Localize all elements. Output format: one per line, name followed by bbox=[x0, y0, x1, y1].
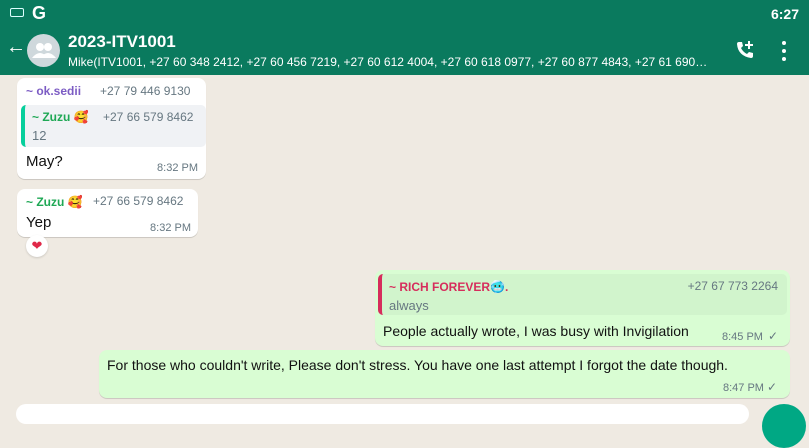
more-options-icon[interactable] bbox=[782, 41, 786, 65]
chat-title[interactable]: 2023-ITV1001 bbox=[68, 32, 176, 52]
group-icon bbox=[32, 43, 56, 58]
message-text: People actually wrote, I was busy with I… bbox=[383, 323, 689, 339]
sender-phone: +27 66 579 8462 bbox=[93, 194, 184, 208]
quoted-sender-phone: +27 67 773 2264 bbox=[687, 279, 778, 293]
message-time: 8:32 PM bbox=[157, 162, 198, 174]
message-time: 8:32 PM bbox=[150, 222, 191, 234]
quoted-sender-name: ~ RICH FOREVER🥶. bbox=[389, 280, 509, 294]
quoted-sender-name: ~ Zuzu 🥰 bbox=[32, 110, 89, 124]
message-time: 8:47 PM bbox=[723, 382, 764, 394]
sent-check-icon: ✓ bbox=[768, 329, 779, 343]
sender-name: ~ Zuzu 🥰 bbox=[26, 195, 83, 209]
quoted-message[interactable]: ~ RICH FOREVER🥶. +27 67 773 2264 always bbox=[378, 274, 787, 315]
message-input[interactable] bbox=[16, 404, 749, 424]
message-bubble[interactable]: For those who couldn't write, Please don… bbox=[99, 350, 790, 398]
chat-members[interactable]: Mike(ITV1001, +27 60 348 2412, +27 60 45… bbox=[68, 55, 718, 69]
message-text: For those who couldn't write, Please don… bbox=[107, 357, 728, 373]
keyboard-icon bbox=[10, 8, 24, 17]
quoted-sender-phone: +27 66 579 8462 bbox=[103, 110, 194, 124]
add-call-icon[interactable] bbox=[735, 40, 755, 65]
heart-reaction-icon[interactable]: ❤ bbox=[26, 235, 48, 257]
message-time: 8:45 PM bbox=[722, 331, 763, 343]
status-bar: G 6:27 bbox=[0, 0, 809, 28]
quoted-text: 12 bbox=[32, 128, 47, 143]
message-text: May? bbox=[26, 153, 63, 170]
status-time: 6:27 bbox=[770, 6, 799, 22]
group-avatar[interactable] bbox=[27, 34, 60, 67]
sender-name: ~ ok.sedii bbox=[26, 84, 82, 98]
mic-button[interactable] bbox=[762, 404, 806, 448]
message-bubble[interactable]: ~ ok.sedii +27 79 446 9130 ~ Zuzu 🥰 +27 … bbox=[17, 78, 206, 179]
back-arrow-icon[interactable]: ← bbox=[6, 36, 26, 59]
message-bubble[interactable]: ~ RICH FOREVER🥶. +27 67 773 2264 always … bbox=[375, 270, 790, 346]
google-app-icon: G bbox=[32, 3, 47, 23]
sent-check-icon: ✓ bbox=[767, 380, 778, 394]
chat-header: ← 2023-ITV1001 Mike(ITV1001, +27 60 348 … bbox=[0, 28, 809, 75]
message-text: Yep bbox=[26, 214, 52, 231]
sender-phone: +27 79 446 9130 bbox=[100, 84, 191, 98]
quoted-message[interactable]: ~ Zuzu 🥰 +27 66 579 8462 12 bbox=[21, 105, 206, 147]
quoted-text: always bbox=[389, 298, 429, 313]
message-bubble[interactable]: ~ Zuzu 🥰 +27 66 579 8462 Yep 8:32 PM bbox=[17, 189, 198, 237]
